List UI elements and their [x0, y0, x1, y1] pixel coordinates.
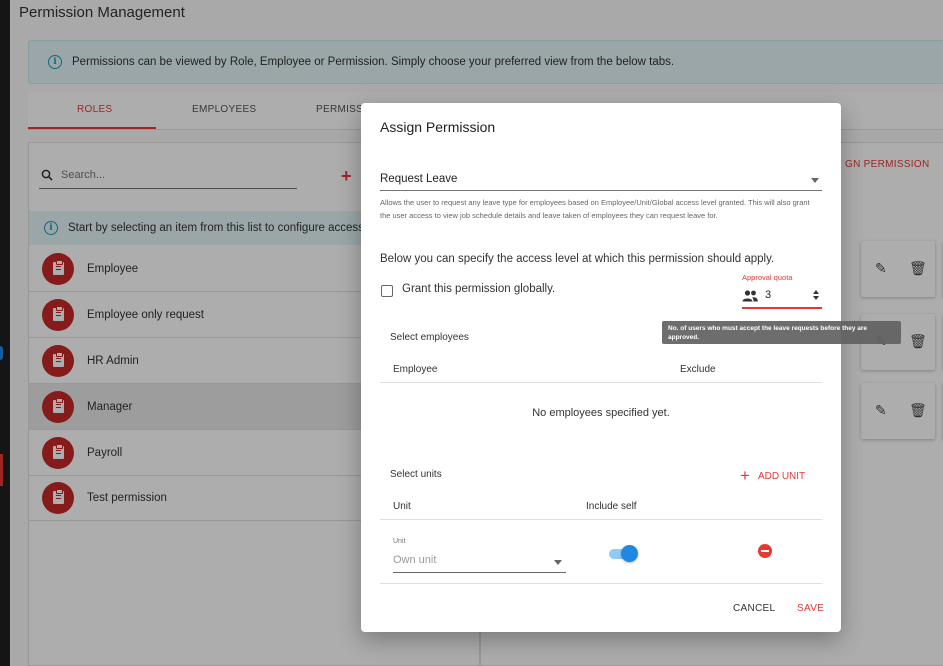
- approval-quota-label: Approval quota: [742, 273, 793, 282]
- grant-globally-label: Grant this permission globally.: [402, 283, 556, 295]
- add-unit-button[interactable]: + ADD UNIT: [740, 466, 806, 485]
- unit-select[interactable]: Own unit: [393, 551, 566, 573]
- add-unit-label: ADD UNIT: [757, 470, 806, 482]
- permission-select[interactable]: Request Leave: [380, 167, 822, 191]
- exclude-column-header: Exclude: [680, 364, 716, 375]
- divider: [380, 583, 822, 584]
- approval-quota-value: 3: [765, 289, 772, 301]
- permission-select-value: Request Leave: [380, 173, 458, 185]
- toggle-knob: [621, 545, 638, 562]
- employees-empty-text: No employees specified yet.: [532, 407, 670, 419]
- dialog-title: Assign Permission: [380, 119, 496, 135]
- save-button[interactable]: SAVE: [797, 603, 824, 614]
- access-level-text: Below you can specify the access level a…: [380, 253, 775, 265]
- people-icon: [742, 290, 758, 302]
- permission-description: Allows the user to request any leave typ…: [380, 198, 810, 220]
- include-self-column-header: Include self: [586, 501, 637, 512]
- quota-spinner[interactable]: [813, 290, 820, 302]
- cancel-button[interactable]: CANCEL: [733, 603, 775, 614]
- remove-circle-icon[interactable]: [758, 544, 772, 558]
- decrement-icon[interactable]: [813, 296, 819, 300]
- divider: [380, 382, 822, 383]
- divider: [380, 519, 822, 520]
- approval-quota-field[interactable]: 3: [742, 287, 822, 309]
- include-self-toggle[interactable]: [608, 545, 638, 562]
- employee-column-header: Employee: [393, 364, 438, 375]
- grant-globally-checkbox[interactable]: [381, 285, 393, 297]
- unit-column-header: Unit: [393, 501, 411, 512]
- increment-icon[interactable]: [813, 290, 819, 294]
- approval-quota-tooltip: No. of users who must accept the leave r…: [662, 321, 901, 344]
- select-units-label: Select units: [390, 469, 442, 480]
- plus-icon: +: [740, 466, 750, 485]
- chevron-down-icon: [811, 178, 819, 183]
- assign-permission-dialog: Assign Permission Request Leave Allows t…: [361, 103, 841, 632]
- unit-field-caption: Unit: [393, 538, 406, 545]
- chevron-down-icon: [554, 560, 562, 565]
- select-employees-label: Select employees: [390, 332, 469, 343]
- unit-select-value: Own unit: [393, 554, 437, 566]
